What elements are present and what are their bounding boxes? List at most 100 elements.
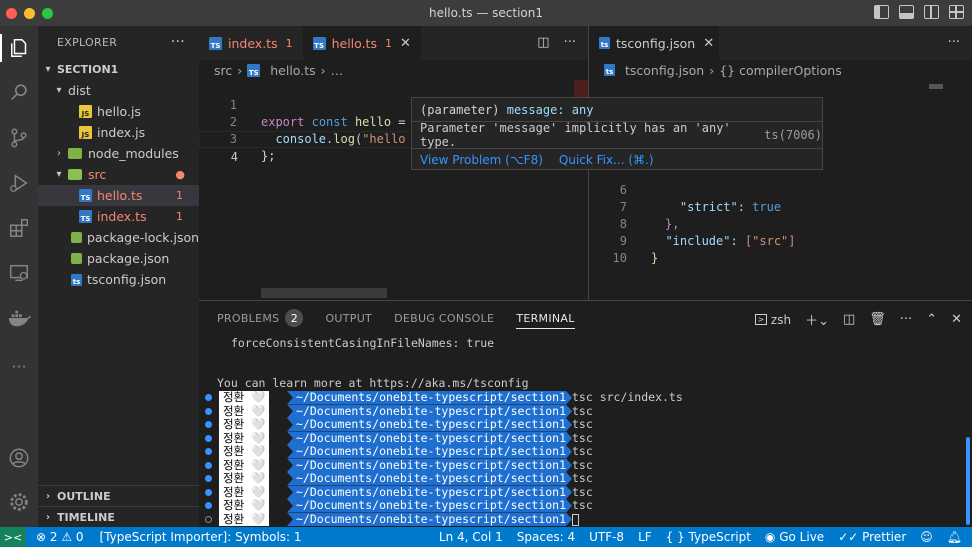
new-terminal-icon[interactable]: ＋⌄ [805, 310, 829, 329]
toggle-sidebar-icon[interactable] [874, 5, 889, 19]
manage-gear-icon[interactable] [5, 488, 33, 516]
tree-folder-src[interactable]: ▾ src ● [38, 164, 199, 185]
encoding-status[interactable]: UTF-8 [589, 530, 624, 544]
accounts-icon[interactable] [5, 444, 33, 472]
breadcrumb-symbol[interactable]: {} compilerOptions [719, 63, 842, 78]
terminal-prompt-row: 정환 🤍 ~/Documents/onebite-typescript/secti… [199, 512, 972, 527]
tree-file-tsconfig[interactable]: ts tsconfig.json [38, 269, 199, 290]
command-status-icon[interactable] [205, 502, 212, 509]
search-icon[interactable] [5, 79, 33, 107]
tree-folder-node-modules[interactable]: › node_modules [38, 143, 199, 164]
explorer-icon[interactable] [0, 34, 38, 62]
remote-indicator[interactable]: >< [0, 527, 26, 547]
quick-fix-link[interactable]: Quick Fix... (⌘.) [559, 153, 654, 167]
tree-folder-dist[interactable]: ▾ dist [38, 80, 199, 101]
tree-file-package-json[interactable]: package.json [38, 248, 199, 269]
workspace-root[interactable]: ▾ SECTION1 [38, 59, 199, 80]
command-status-icon[interactable] [205, 461, 212, 469]
command-status-icon[interactable] [205, 407, 212, 415]
editor-hello-ts[interactable]: src › TS hello.ts › … 1 export const hel… [199, 60, 588, 300]
problems-status[interactable]: ⊗ 2 ⚠ 0 [36, 530, 84, 544]
outline-section[interactable]: › OUTLINE [38, 485, 199, 506]
breadcrumb-file[interactable]: hello.ts [270, 63, 315, 78]
toggle-secondary-sidebar-icon[interactable] [924, 5, 939, 19]
tree-file-package-lock[interactable]: package-lock.json [38, 227, 199, 248]
close-tab-icon[interactable]: ✕ [703, 36, 714, 51]
breadcrumb-file[interactable]: tsconfig.json [625, 63, 704, 78]
more-actions-icon[interactable]: ··· [948, 35, 960, 50]
importer-status[interactable]: [TypeScript Importer]: Symbols: 1 [100, 530, 302, 544]
close-window-button[interactable] [6, 8, 17, 19]
more-actions-icon[interactable]: ··· [564, 35, 576, 50]
extensions-icon[interactable] [5, 214, 33, 242]
terminal-command: tsc [572, 430, 593, 445]
horizontal-scrollbar[interactable] [261, 288, 387, 298]
source-control-icon[interactable] [5, 124, 33, 152]
command-status-icon[interactable] [205, 475, 212, 482]
command-status-icon[interactable] [205, 515, 212, 523]
close-tab-icon[interactable]: ✕ [400, 36, 411, 51]
tab-error-count: 1 [384, 36, 392, 50]
kill-terminal-icon[interactable]: 🗑 [869, 312, 886, 327]
prettier-status[interactable]: ✓✓ Prettier [838, 530, 906, 544]
customize-layout-icon[interactable] [949, 5, 964, 19]
toggle-panel-icon[interactable] [899, 5, 914, 19]
tab-tsconfig[interactable]: ts tsconfig.json ✕ [589, 26, 719, 60]
maximize-window-button[interactable] [42, 8, 53, 19]
chevron-down-icon: ▾ [45, 64, 51, 75]
tree-file-hello-ts[interactable]: TS hello.ts 1 [38, 185, 199, 206]
go-live-button[interactable]: ◉ Go Live [765, 530, 824, 544]
remote-explorer-icon[interactable] [5, 259, 33, 287]
ts-file-icon: TS [209, 36, 222, 50]
terminal-shell-selector[interactable]: > zsh [754, 313, 791, 327]
editor-actions: ◫ ··· [537, 35, 576, 50]
tab-terminal[interactable]: TERMINAL [516, 301, 576, 335]
timeline-section[interactable]: › TIMELINE [38, 506, 199, 527]
terminal-scrollbar[interactable] [966, 437, 970, 525]
prompt-path: ~/Documents/onebite-typescript/section1 [287, 513, 572, 527]
command-status-icon[interactable] [205, 448, 212, 455]
cursor-position[interactable]: Ln 4, Col 1 [439, 530, 503, 544]
explorer-more-icon[interactable]: ··· [171, 34, 185, 50]
command-status-icon[interactable] [205, 488, 212, 496]
more-actions-icon[interactable]: ··· [900, 312, 912, 327]
indentation-status[interactable]: Spaces: 4 [517, 530, 575, 544]
command-status-icon[interactable] [205, 421, 212, 428]
notifications-bell-icon[interactable]: 🔔︎ [947, 530, 962, 544]
eol-status[interactable]: LF [638, 530, 652, 544]
line-number: 4 [230, 150, 238, 164]
tree-file-hello-js[interactable]: JS hello.js [38, 101, 199, 122]
view-problem-link[interactable]: View Problem (⌥F8) [420, 153, 543, 167]
more-views-icon[interactable]: ··· [5, 352, 33, 380]
close-panel-icon[interactable]: ✕ [951, 312, 962, 327]
editor-tsconfig[interactable]: ts tsconfig.json › {} compilerOptions 1 … [588, 60, 972, 300]
tree-file-index-js[interactable]: JS index.js [38, 122, 199, 143]
minimize-window-button[interactable] [24, 8, 35, 19]
tab-hello-ts[interactable]: TS hello.ts 1 ✕ [302, 26, 421, 60]
code-line: 7 }, [589, 182, 972, 231]
tree-file-index-ts[interactable]: TS index.ts 1 [38, 206, 199, 227]
tab-index-ts[interactable]: TS index.ts 1 [199, 26, 303, 60]
tab-debug-console[interactable]: DEBUG CONSOLE [394, 301, 494, 335]
language-mode[interactable]: { } TypeScript [666, 530, 751, 544]
tree-item-label: node_modules [88, 146, 179, 161]
split-terminal-icon[interactable]: ◫ [843, 312, 855, 327]
chevron-right-icon: › [57, 148, 61, 159]
maximize-panel-icon[interactable]: ⌃ [926, 312, 937, 327]
run-debug-icon[interactable] [5, 169, 33, 197]
command-status-icon[interactable] [205, 434, 212, 442]
tab-problems[interactable]: PROBLEMS 2 [217, 301, 304, 335]
code-line: 9 } [589, 216, 972, 265]
chevron-down-icon: ▾ [56, 169, 62, 180]
feedback-icon[interactable]: ☺ [920, 530, 933, 544]
hover-actions: View Problem (⌥F8) Quick Fix... (⌘.) [412, 149, 822, 170]
breadcrumb-folder[interactable]: src [214, 63, 232, 78]
split-editor-icon[interactable]: ◫ [537, 35, 549, 50]
prompt-user: 정환 🤍 [219, 471, 270, 486]
command-status-icon[interactable] [205, 394, 212, 401]
terminal-output-line: You can learn more at https://aka.ms/tsc… [217, 376, 529, 390]
prompt-user: 정환 🤍 [219, 417, 270, 432]
docker-icon[interactable] [5, 304, 33, 332]
breadcrumb-rest[interactable]: … [331, 63, 344, 78]
tab-output[interactable]: OUTPUT [325, 301, 372, 335]
